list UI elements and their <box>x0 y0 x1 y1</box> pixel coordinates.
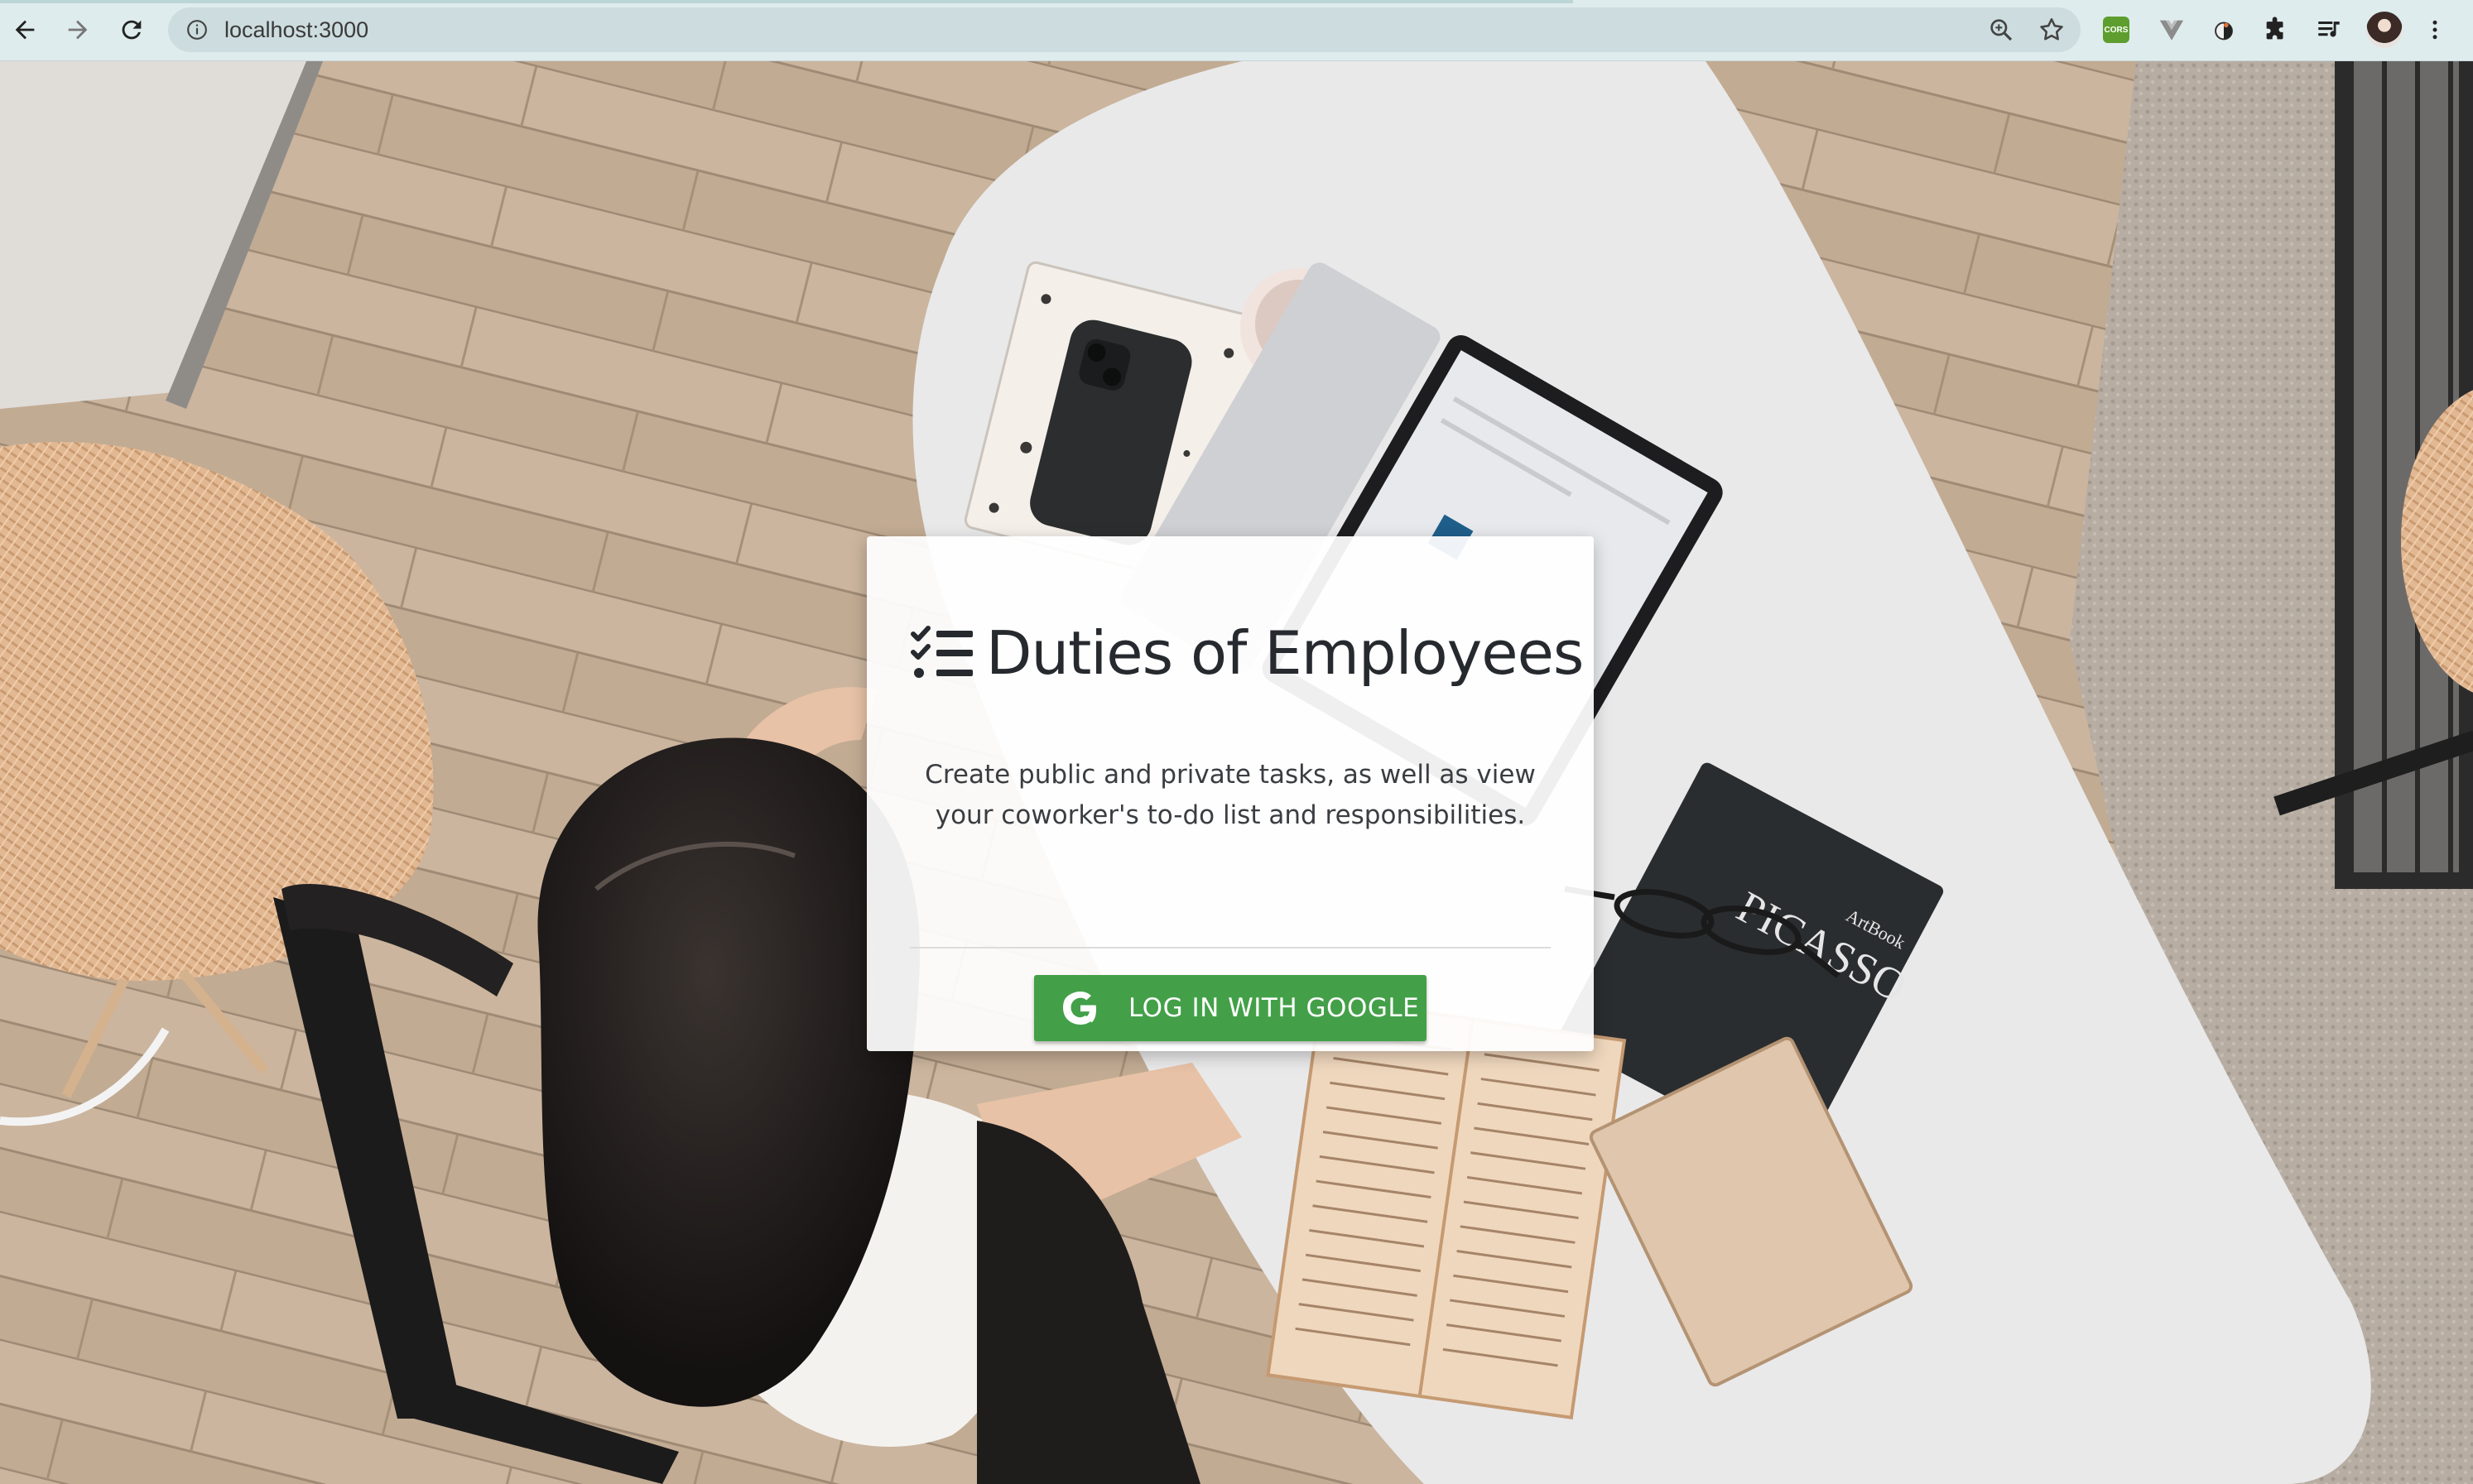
card-divider <box>910 947 1551 949</box>
app-title: Duties of Employees <box>986 618 1584 688</box>
browser-menu-icon[interactable] <box>2422 14 2447 46</box>
extension-icon[interactable] <box>2208 14 2240 46</box>
login-button-label: LOG IN WITH GOOGLE <box>1128 993 1420 1023</box>
page-load-indicator <box>0 0 1573 3</box>
login-card: Duties of Employees Create public and pr… <box>867 536 1594 1051</box>
cors-extension-icon[interactable]: CORS <box>2103 17 2129 43</box>
google-g-icon <box>1063 992 1096 1025</box>
media-queue-icon[interactable] <box>2313 14 2345 46</box>
page-viewport: PICASSO ArtBook Duties of Employees Crea… <box>0 61 2473 1484</box>
card-title: Duties of Employees <box>910 616 1584 690</box>
reload-button[interactable] <box>113 12 150 48</box>
url-text[interactable]: localhost:3000 <box>224 7 368 52</box>
browser-toolbar: localhost:3000 CORS <box>0 0 2473 61</box>
vue-devtools-icon[interactable] <box>2156 14 2187 46</box>
reload-icon <box>122 20 142 40</box>
address-bar[interactable]: localhost:3000 <box>168 7 2081 52</box>
arrow-right-icon <box>68 20 88 40</box>
arrow-left-icon <box>15 20 35 40</box>
info-icon[interactable] <box>186 19 208 41</box>
bookmark-star-icon[interactable] <box>2038 16 2066 44</box>
profile-avatar[interactable] <box>2366 12 2403 48</box>
app-description: Create public and private tasks, as well… <box>925 760 1536 830</box>
forward-button[interactable] <box>60 12 96 48</box>
zoom-icon[interactable] <box>1988 17 2014 43</box>
puzzle-icon[interactable] <box>2260 14 2292 46</box>
checklist-icon <box>911 626 973 678</box>
cors-extension-label: CORS <box>2104 25 2129 35</box>
login-with-google-button[interactable]: LOG IN WITH GOOGLE <box>1034 975 1427 1041</box>
back-button[interactable] <box>7 12 43 48</box>
